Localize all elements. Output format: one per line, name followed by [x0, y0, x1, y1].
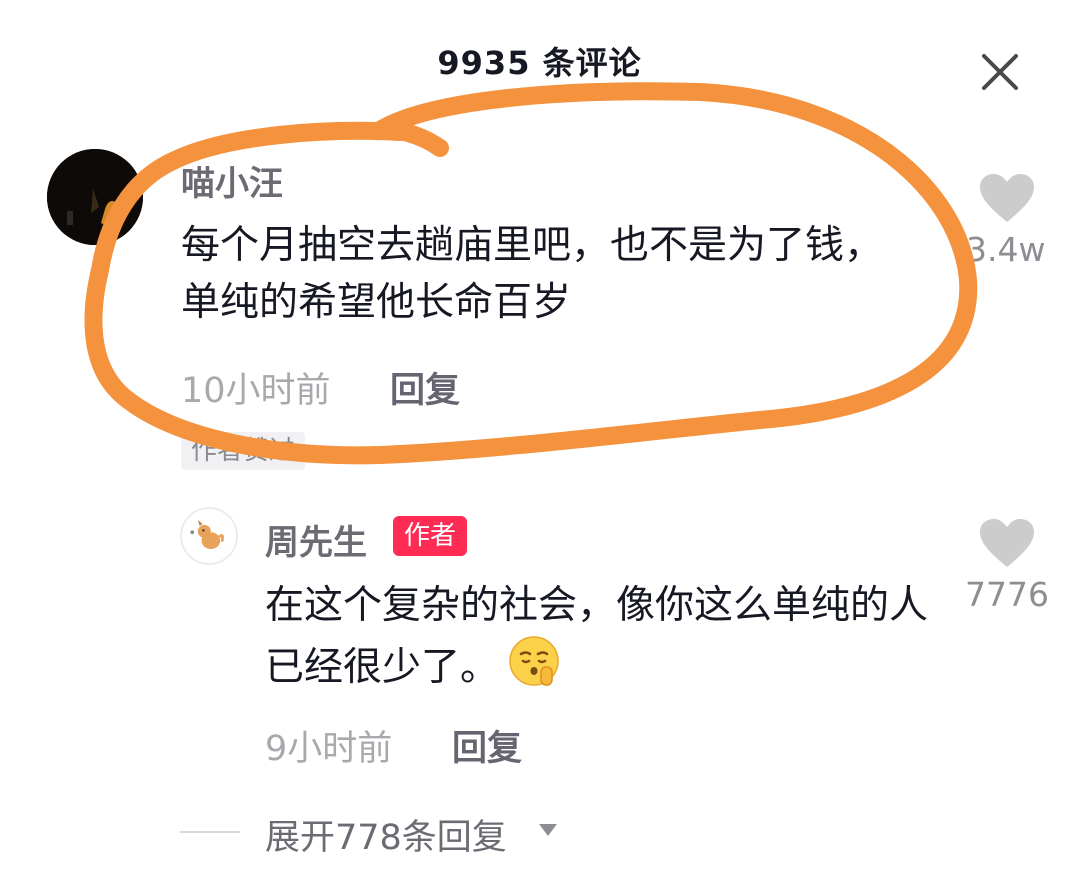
comment-username[interactable]: 喵小汪 — [181, 156, 283, 205]
shush-emoji-icon — [509, 636, 559, 686]
reply-timestamp: 9小时前 — [265, 729, 393, 769]
reply-text: 在这个复杂的社会，像你这么单纯的人已经很少了。 — [265, 577, 955, 696]
reply-text-content: 在这个复杂的社会，像你这么单纯的人已经很少了。 — [265, 583, 929, 690]
expand-replies-button[interactable]: 展开778条回复 — [265, 809, 507, 860]
annotation-circle — [84, 82, 978, 465]
like-count: 7776 — [965, 575, 1049, 614]
chevron-down-icon[interactable] — [537, 822, 559, 838]
heart-icon[interactable] — [978, 517, 1036, 569]
heart-icon[interactable] — [978, 172, 1036, 224]
comment-count-title: 9935 条评论 — [437, 44, 642, 82]
avatar[interactable] — [47, 149, 143, 245]
author-badge: 作者 — [393, 516, 468, 556]
reply-button[interactable]: 回复 — [452, 720, 522, 771]
avatar[interactable] — [180, 507, 238, 565]
close-icon[interactable] — [978, 50, 1022, 94]
expand-divider — [180, 831, 240, 833]
comment-timestamp: 10小时前 — [181, 371, 331, 411]
author-liked-tag: 作者赞过 — [181, 432, 306, 470]
reply-button[interactable]: 回复 — [390, 362, 460, 413]
like-count: 3.4w — [966, 230, 1046, 269]
reply-username[interactable]: 周先生 — [265, 515, 367, 564]
comment-text: 每个月抽空去趟庙里吧，也不是为了钱，单纯的希望他长命百岁 — [181, 223, 884, 325]
